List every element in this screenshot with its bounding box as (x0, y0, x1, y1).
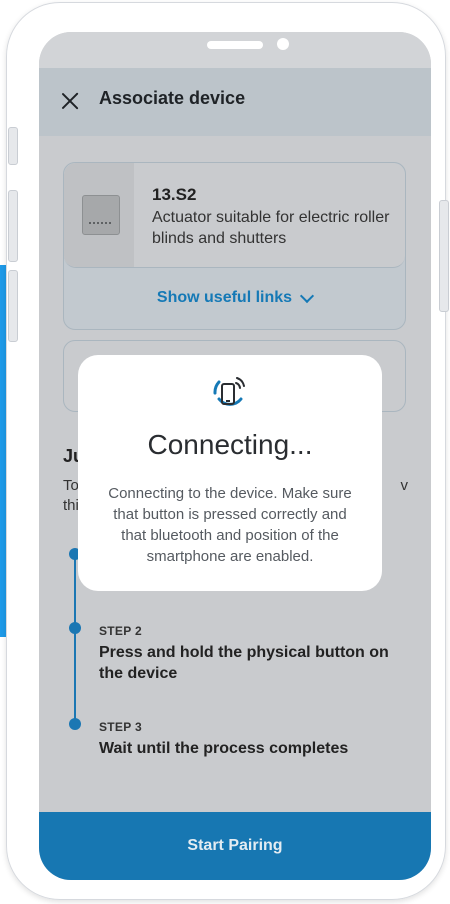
device-description: Actuator suitable for electric roller bl… (152, 209, 390, 247)
step-2-text: Press and hold the physical button on th… (99, 644, 389, 682)
section-body-start: To (63, 477, 79, 494)
chevron-down-icon (299, 288, 315, 304)
start-pairing-button[interactable]: Start Pairing (39, 812, 431, 880)
device-name: 13.S2 (152, 185, 197, 204)
step-2-label: STEP 2 (99, 624, 142, 638)
page-title: Associate device (99, 88, 246, 108)
device-info: 13.S2 Actuator suitable for electric rol… (64, 163, 405, 268)
timeline-line (74, 554, 76, 726)
phone-bluetooth-icon (213, 377, 245, 406)
timeline-dot-step-2 (69, 622, 81, 634)
step-3-text: Wait until the process completes (99, 740, 349, 757)
device-card: 13.S2 Actuator suitable for electric rol… (63, 162, 406, 330)
camera-dot (277, 38, 289, 50)
close-icon[interactable] (61, 92, 79, 110)
status-area (39, 32, 431, 68)
show-useful-links-button[interactable]: Show useful links (64, 267, 405, 329)
dialog-title: Connecting... (147, 429, 313, 460)
phone-volume-up-button (8, 190, 18, 262)
connecting-dialog: Connecting... Connecting to the device. … (78, 355, 382, 591)
timeline-dot-step-3 (69, 718, 81, 730)
step-3-label: STEP 3 (99, 720, 142, 734)
phone-volume-down-button (8, 270, 18, 342)
start-pairing-label: Start Pairing (187, 837, 283, 854)
phone-power-button (439, 200, 449, 312)
app-bar: Associate device (39, 68, 431, 136)
dialog-message: Connecting to the device. Make sure that… (108, 485, 352, 565)
section-body-end: v (400, 477, 409, 494)
show-useful-links-label: Show useful links (156, 289, 293, 306)
device-image (64, 163, 134, 267)
device-thumbnail-icon (82, 195, 120, 235)
phone-side-button (8, 127, 18, 165)
speaker-grille (207, 41, 263, 49)
